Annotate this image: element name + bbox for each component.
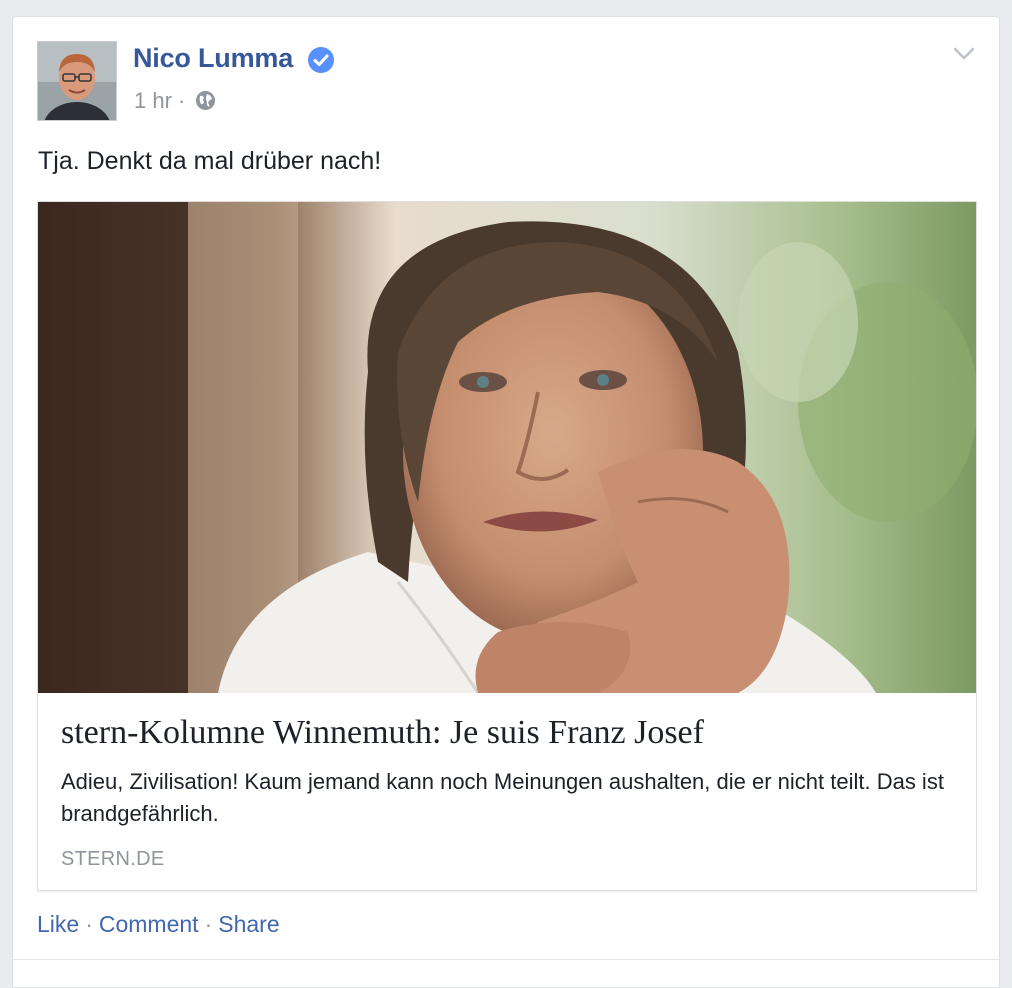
- comment-link[interactable]: Comment: [99, 911, 199, 937]
- link-preview-description: Adieu, Zivilisation! Kaum jemand kann no…: [61, 769, 944, 826]
- meta-separator: ·: [178, 88, 186, 113]
- footer-divider: [13, 959, 999, 960]
- like-link[interactable]: Like: [37, 911, 79, 937]
- post-text: Tja. Denkt da mal drüber nach!: [38, 147, 382, 175]
- post-timestamp[interactable]: 1 hr: [134, 88, 172, 113]
- link-preview-card[interactable]: stern-Kolumne Winnemuth: Je suis Franz J…: [37, 201, 977, 891]
- action-separator: ·: [85, 911, 93, 937]
- link-preview-domain: STERN.DE: [61, 848, 165, 870]
- share-link[interactable]: Share: [218, 911, 279, 937]
- author-avatar[interactable]: [37, 41, 117, 121]
- post-actions: Like · Comment · Share: [37, 911, 280, 938]
- link-preview-image[interactable]: [38, 202, 976, 693]
- verified-badge-icon: [308, 47, 334, 73]
- article-photo: [38, 202, 976, 693]
- globe-icon[interactable]: [195, 90, 216, 111]
- action-separator: ·: [204, 911, 213, 937]
- link-preview-title[interactable]: stern-Kolumne Winnemuth: Je suis Franz J…: [61, 714, 704, 752]
- post-card: Nico Lumma 1 hr · Tja. Denkt da mal drüb…: [12, 16, 1000, 988]
- chevron-down-icon[interactable]: [953, 47, 975, 61]
- post-meta: 1 hr ·: [134, 88, 185, 114]
- avatar-photo: [38, 42, 116, 120]
- author-name-link[interactable]: Nico Lumma: [133, 43, 293, 74]
